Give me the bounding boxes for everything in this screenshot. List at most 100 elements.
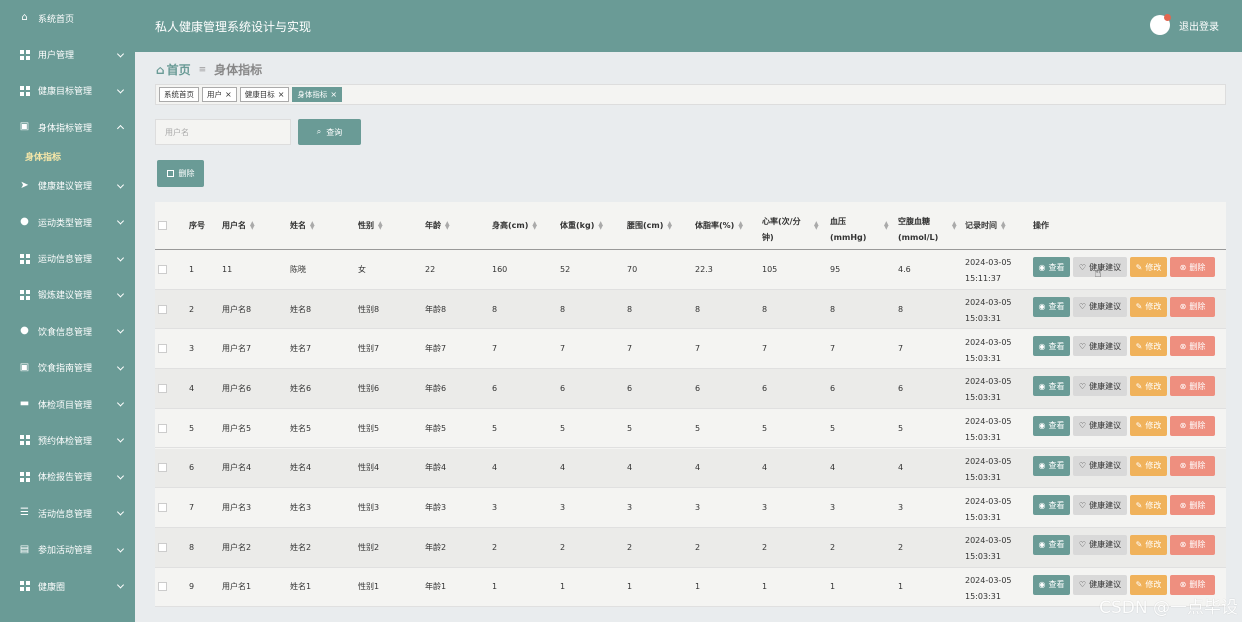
edit-icon: ✎ [1135, 262, 1143, 272]
bag-icon: ▤ [19, 543, 30, 555]
col-weight[interactable]: 体重(kg) ▲ ▼ [560, 202, 603, 249]
tab-tag-2[interactable]: 健康目标 × [239, 87, 290, 102]
select-all-checkbox[interactable] [158, 202, 167, 249]
row-checkbox[interactable] [158, 528, 167, 567]
health-advice-button[interactable]: ♡ 健康建议 [1073, 455, 1127, 476]
tab-tag-3[interactable]: 身体指标 × [292, 87, 343, 102]
view-button[interactable]: ◉ 查看 [1033, 257, 1070, 277]
health-advice-button[interactable]: ♡ 健康建议 [1073, 534, 1127, 555]
view-button[interactable]: ◉ 查看 [1033, 376, 1070, 397]
close-icon[interactable]: × [225, 90, 232, 99]
sidebar-item-10[interactable]: 预约体检管理 [0, 422, 135, 458]
search-input[interactable] [155, 119, 291, 145]
sidebar-item-8[interactable]: ▣ 饮食指南管理 [0, 350, 135, 386]
edit-button[interactable]: ✎ 修改 [1130, 455, 1167, 476]
logout-button[interactable]: 退出登录 [1150, 14, 1219, 35]
tab-tag-1[interactable]: 用户 × [202, 87, 237, 102]
sidebar-item-1[interactable]: 健康目标管理 [0, 73, 135, 109]
sidebar-item-11[interactable]: 体检报告管理 [0, 459, 135, 495]
sidebar-item-9[interactable]: ▬ 体检项目管理 [0, 386, 135, 422]
col-age[interactable]: 年龄 ▲ ▼ [425, 202, 450, 249]
edit-button[interactable]: ✎ 修改 [1130, 376, 1167, 397]
sidebar-item-13[interactable]: ▤ 参加活动管理 [0, 531, 135, 567]
col-bloodpressure[interactable]: 血压(mmHg) ▲ ▼ [830, 202, 894, 249]
sidebar-item-home[interactable]: ⌂ 系统首页 [0, 0, 135, 36]
cell-glucose: 5 [898, 423, 904, 433]
view-button[interactable]: ◉ 查看 [1033, 455, 1070, 476]
row-checkbox[interactable] [158, 568, 167, 607]
cell-heartrate: 6 [762, 383, 768, 393]
eye-icon: ◉ [1038, 341, 1046, 351]
row-checkbox[interactable] [158, 369, 167, 408]
sidebar-item-12[interactable]: ☰ 活动信息管理 [0, 495, 135, 531]
view-button[interactable]: ◉ 查看 [1033, 534, 1070, 555]
close-icon[interactable]: × [330, 90, 337, 99]
cell-no: 3 [189, 344, 195, 354]
delete-button[interactable]: ⊗ 删除 [1170, 574, 1215, 595]
view-button[interactable]: ◉ 查看 [1033, 574, 1070, 595]
cell-gender: 性别4 [358, 463, 380, 473]
edit-button[interactable]: ✎ 修改 [1130, 495, 1167, 516]
edit-button[interactable]: ✎ 修改 [1130, 296, 1167, 317]
col-username[interactable]: 用户名 ▲ ▼ [222, 202, 255, 249]
batch-delete-button[interactable]: 删除 [157, 160, 204, 187]
sidebar-item-6[interactable]: 锻炼建议管理 [0, 277, 135, 313]
cell-name: 姓名4 [290, 463, 312, 473]
sidebar-item-0[interactable]: 用户管理 [0, 36, 135, 72]
health-advice-button[interactable]: ♡ 健康建议 [1073, 574, 1127, 595]
sidebar-subitem-body-metrics[interactable]: 身体指标 [0, 146, 135, 168]
sidebar-item-14[interactable]: 健康圈 [0, 568, 135, 604]
delete-button[interactable]: ⊗ 删除 [1170, 415, 1215, 436]
close-icon[interactable]: × [278, 90, 285, 99]
row-checkbox[interactable] [158, 329, 167, 368]
col-glucose[interactable]: 空腹血糖(mmol/L) ▲ ▼ [898, 202, 962, 249]
view-button[interactable]: ◉ 查看 [1033, 415, 1070, 436]
sidebar-item-3[interactable]: ➤ 健康建议管理 [0, 168, 135, 204]
health-advice-button[interactable]: ♡ 健康建议 [1073, 376, 1127, 397]
row-checkbox[interactable] [158, 488, 167, 527]
delete-button[interactable]: ⊗ 删除 [1170, 455, 1215, 476]
col-height[interactable]: 身高(cm) ▲ ▼ [492, 202, 537, 249]
row-checkbox[interactable] [158, 290, 167, 329]
view-button[interactable]: ◉ 查看 [1033, 296, 1070, 317]
view-button[interactable]: ◉ 查看 [1033, 495, 1070, 516]
row-checkbox[interactable] [158, 449, 167, 488]
sidebar-item-4[interactable]: ● 运动类型管理 [0, 204, 135, 240]
sidebar-item-7[interactable]: ● 饮食信息管理 [0, 313, 135, 349]
col-bodyfat[interactable]: 体脂率(%) ▲ ▼ [695, 202, 743, 249]
delete-button[interactable]: ⊗ 删除 [1170, 495, 1215, 516]
edit-button[interactable]: ✎ 修改 [1130, 336, 1167, 357]
edit-button[interactable]: ✎ 修改 [1130, 257, 1167, 277]
delete-circle-icon: ⊗ [1179, 302, 1187, 312]
delete-button[interactable]: ⊗ 删除 [1170, 376, 1215, 397]
col-gender[interactable]: 性别 ▲ ▼ [358, 202, 383, 249]
view-button[interactable]: ◉ 查看 [1033, 336, 1070, 357]
search-button[interactable]: ⌕ 查询 [298, 119, 361, 145]
delete-button[interactable]: ⊗ 删除 [1170, 296, 1215, 317]
health-advice-button[interactable]: ♡ 健康建议 [1073, 495, 1127, 516]
delete-button[interactable]: ⊗ 删除 [1170, 534, 1215, 555]
col-waist[interactable]: 腰围(cm) ▲ ▼ [627, 202, 672, 249]
breadcrumb-home[interactable]: 首页 [167, 61, 191, 78]
tab-tag-0[interactable]: 系统首页 [159, 87, 199, 102]
edit-button[interactable]: ✎ 修改 [1130, 574, 1167, 595]
cell-gender: 性别1 [358, 582, 380, 592]
cell-time: 2024-03-05 15:03:31 [965, 456, 1012, 482]
edit-button[interactable]: ✎ 修改 [1130, 534, 1167, 555]
delete-button[interactable]: ⊗ 删除 [1170, 336, 1215, 357]
health-advice-button[interactable]: ♡ 健康建议 [1073, 296, 1127, 317]
row-checkbox[interactable] [158, 250, 167, 289]
sidebar-item-5[interactable]: 运动信息管理 [0, 240, 135, 276]
edit-button[interactable]: ✎ 修改 [1130, 415, 1167, 436]
col-time[interactable]: 记录时间 ▲ ▼ [965, 202, 1006, 249]
health-advice-button[interactable]: ♡ 健康建议 [1073, 336, 1127, 357]
cell-bloodpressure: 7 [830, 344, 836, 354]
row-checkbox[interactable] [158, 409, 167, 448]
col-heartrate[interactable]: 心率(次/分钟) ▲ ▼ [762, 202, 826, 249]
health-advice-button[interactable]: ♡ 健康建议 [1073, 415, 1127, 436]
cell-waist: 8 [627, 304, 633, 314]
sidebar-item-label: 运动信息管理 [38, 255, 93, 266]
delete-button[interactable]: ⊗ 删除 [1170, 257, 1215, 277]
sidebar-item-2[interactable]: ▣ 身体指标管理 [0, 109, 135, 145]
col-name[interactable]: 姓名 ▲ ▼ [290, 202, 315, 249]
